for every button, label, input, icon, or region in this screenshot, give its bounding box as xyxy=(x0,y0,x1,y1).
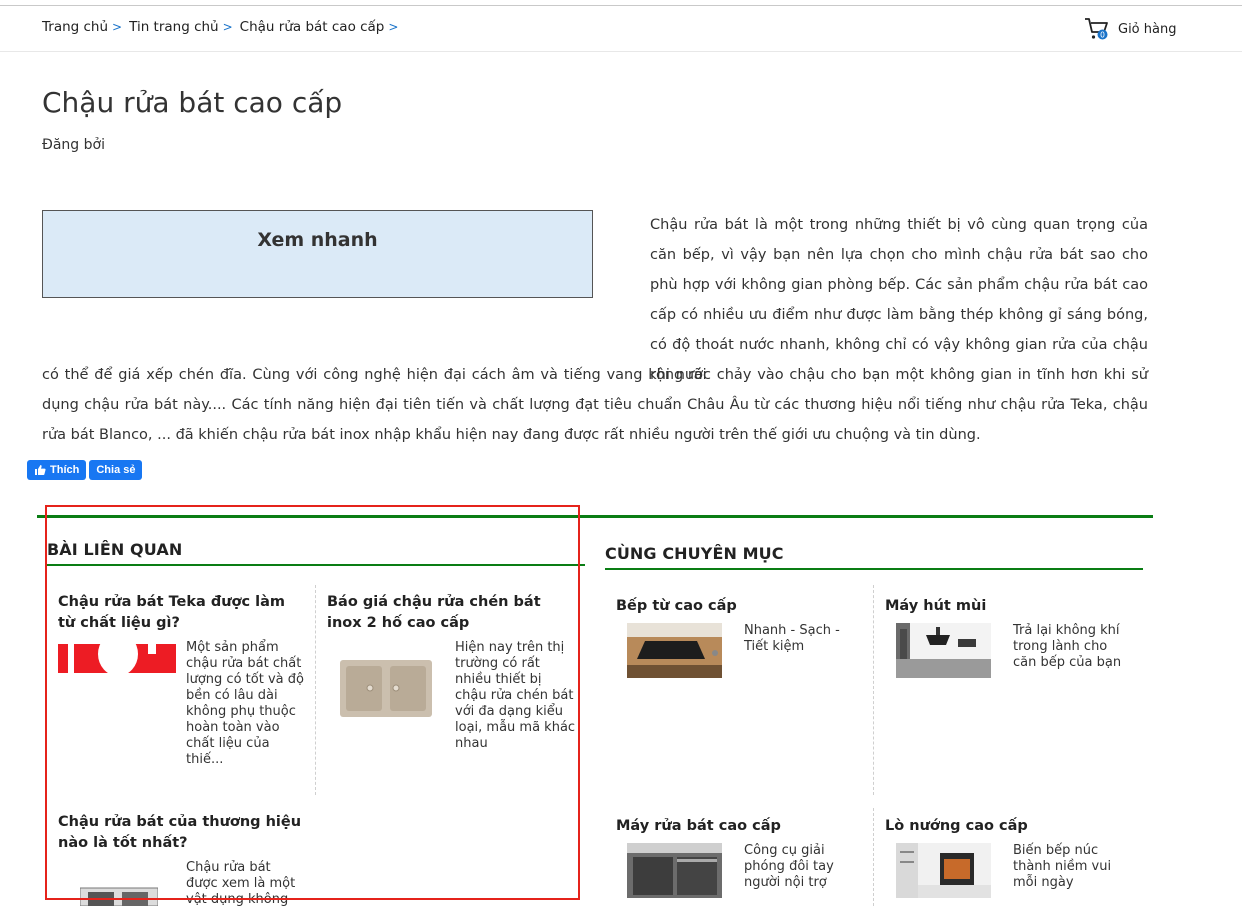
like-label: Thích xyxy=(50,464,80,476)
category-item-desc: Biến bếp núc thành niềm vui mỗi ngày xyxy=(1013,843,1112,890)
byline: Đăng bởi xyxy=(42,137,105,153)
category-item-desc: Nhanh - Sạch - Tiết kiệm xyxy=(744,623,840,654)
same-category-underline xyxy=(605,568,1143,570)
related-post-title[interactable]: Báo giá chậu rửa chén bát inox 2 hố cao … xyxy=(327,592,567,634)
category-item-desc: Công cụ giải phóng đôi tay người nội trợ xyxy=(744,843,834,890)
category-item-thumbnail[interactable] xyxy=(896,843,991,898)
cart-count: 0 xyxy=(1100,30,1105,39)
cart-icon: 0 xyxy=(1085,18,1108,40)
teka-logo-image xyxy=(58,640,176,673)
cart-label: Giỏ hàng xyxy=(1118,21,1177,37)
related-post-title[interactable]: Chậu rửa bát của thương hiệu nào là tốt … xyxy=(58,812,308,854)
related-post-excerpt: Một sản phẩm chậu rửa bát chất lượng có … xyxy=(186,640,304,767)
related-post-excerpt: Hiện nay trên thị trường có rất nhiều th… xyxy=(455,640,576,751)
category-item-thumbnail[interactable] xyxy=(627,843,722,898)
cart-button[interactable]: 0 Giỏ hàng xyxy=(1084,17,1176,41)
category-item-thumbnail[interactable] xyxy=(896,623,991,678)
same-category-heading: CÙNG CHUYÊN MỤC xyxy=(605,544,784,563)
section-divider xyxy=(37,515,1153,518)
quick-view-box[interactable]: Xem nhanh xyxy=(42,210,593,298)
breadcrumb-current[interactable]: Chậu rửa bát cao cấp xyxy=(240,19,385,35)
chevron-right-icon: > xyxy=(112,20,123,34)
top-navbar: Trang chủ > Tin trang chủ > Chậu rửa bát cao… xyxy=(0,6,1242,52)
oven-image xyxy=(896,843,991,898)
column-divider xyxy=(873,808,874,906)
related-posts-heading: BÀI LIÊN QUAN xyxy=(47,540,183,559)
dishwasher-image xyxy=(627,843,722,898)
related-heading-underline xyxy=(47,564,585,566)
chevron-right-icon: > xyxy=(388,20,399,34)
related-post-thumbnail[interactable] xyxy=(80,886,158,906)
chevron-right-icon: > xyxy=(222,20,233,34)
category-item-desc: Trả lại không khí trong lành cho căn bếp… xyxy=(1013,623,1122,670)
quick-view-title: Xem nhanh xyxy=(257,229,378,251)
range-hood-image xyxy=(896,623,991,678)
social-buttons: Thích Chia sẻ xyxy=(27,460,143,480)
share-label: Chia sẻ xyxy=(96,464,136,476)
double-sink-image xyxy=(340,660,432,717)
related-post-thumbnail[interactable] xyxy=(340,660,432,717)
category-item-title[interactable]: Lò nướng cao cấp xyxy=(885,818,1028,834)
article-intro-continued: có thể để giá xếp chén đĩa. Cùng với côn… xyxy=(42,367,1148,443)
column-divider xyxy=(873,585,874,795)
induction-cooktop-image xyxy=(627,623,722,678)
thumbs-up-icon xyxy=(35,465,46,475)
related-post-title[interactable]: Chậu rửa bát Teka được làm từ chất liệu … xyxy=(58,592,298,634)
breadcrumb: Trang chủ > Tin trang chủ > Chậu rửa bát cao… xyxy=(42,19,405,35)
breadcrumb-news[interactable]: Tin trang chủ xyxy=(129,19,219,35)
facebook-like-button[interactable]: Thích xyxy=(27,460,87,480)
related-post-excerpt: Chậu rửa bát được xem là một vật dụng kh… xyxy=(186,860,296,907)
category-item-title[interactable]: Máy rửa bát cao cấp xyxy=(616,818,781,834)
breadcrumb-home[interactable]: Trang chủ xyxy=(42,19,108,35)
column-divider xyxy=(315,585,316,795)
category-item-title[interactable]: Máy hút mùi xyxy=(885,598,986,614)
page-title: Chậu rửa bát cao cấp xyxy=(42,86,343,119)
sink-product-image xyxy=(80,887,158,906)
related-post-thumbnail[interactable] xyxy=(58,640,176,673)
category-item-thumbnail[interactable] xyxy=(627,623,722,678)
category-item-title[interactable]: Bếp từ cao cấp xyxy=(616,598,737,614)
facebook-share-button[interactable]: Chia sẻ xyxy=(89,460,143,480)
